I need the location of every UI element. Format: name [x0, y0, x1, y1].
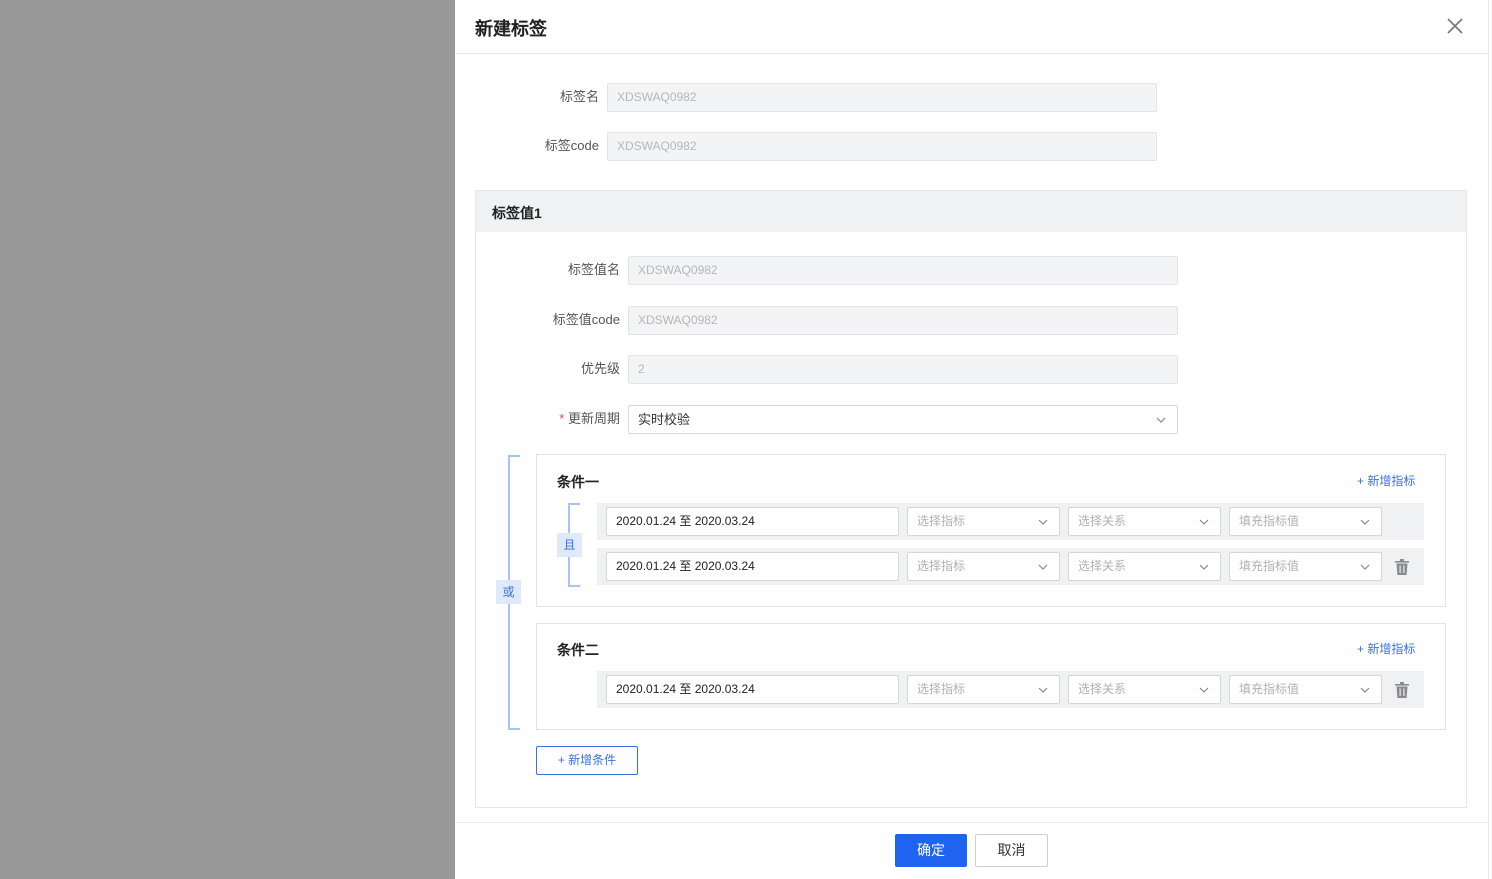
date-range-input[interactable]: 2020.01.24 至 2020.03.24: [606, 552, 899, 581]
metric-select[interactable]: 选择指标: [907, 675, 1060, 704]
drawer-footer: 确定 取消: [455, 822, 1492, 879]
close-icon[interactable]: [1446, 17, 1464, 35]
metric-value-select[interactable]: 填充指标值: [1229, 507, 1382, 536]
metric-select-placeholder: 选择指标: [917, 514, 966, 528]
metric-value-placeholder: 填充指标值: [1239, 559, 1300, 573]
drawer-scrollbar[interactable]: [1488, 0, 1492, 879]
metric-select-placeholder: 选择指标: [917, 559, 966, 573]
tag-value-panel-header: 标签值1: [476, 191, 1466, 232]
relation-select-placeholder: 选择关系: [1078, 682, 1127, 696]
chevron-down-icon: [1156, 417, 1166, 423]
relation-select[interactable]: 选择关系: [1068, 675, 1221, 704]
required-mark: *: [559, 411, 565, 426]
cancel-button[interactable]: 取消: [975, 834, 1048, 867]
modal-overlay[interactable]: [0, 0, 455, 879]
metric-select[interactable]: 选择指标: [907, 552, 1060, 581]
condition-2-title: 条件二: [557, 642, 599, 658]
priority-input[interactable]: 2: [628, 355, 1178, 384]
chevron-down-icon: [1038, 519, 1048, 525]
update-cycle-label: * 更新周期: [515, 405, 620, 433]
new-tag-drawer: 新建标签 标签名 XDSWAQ0982 标签code XDSWAQ0982 标签…: [455, 0, 1492, 879]
tag-code-input[interactable]: XDSWAQ0982: [607, 132, 1157, 161]
relation-select-placeholder: 选择关系: [1078, 559, 1127, 573]
chevron-down-icon: [1360, 687, 1370, 693]
condition-2-add-metric-link[interactable]: + 新增指标: [1357, 640, 1415, 657]
chevron-down-icon: [1360, 564, 1370, 570]
condition-1-add-metric-link[interactable]: + 新增指标: [1357, 472, 1415, 489]
date-range-input[interactable]: 2020.01.24 至 2020.03.24: [606, 675, 899, 704]
metric-value-placeholder: 填充指标值: [1239, 514, 1300, 528]
metric-select[interactable]: 选择指标: [907, 507, 1060, 536]
chevron-down-icon: [1199, 564, 1209, 570]
update-cycle-select[interactable]: 实时校验: [628, 405, 1178, 434]
chevron-down-icon: [1038, 564, 1048, 570]
tag-code-label: 标签code: [544, 138, 599, 153]
relation-select[interactable]: 选择关系: [1068, 552, 1221, 581]
update-cycle-label-text: 更新周期: [567, 411, 620, 426]
chevron-down-icon: [1360, 519, 1370, 525]
date-range-input[interactable]: 2020.01.24 至 2020.03.24: [606, 507, 899, 536]
tag-name-input[interactable]: XDSWAQ0982: [607, 83, 1157, 112]
tag-value-code-label: 标签值code: [552, 312, 620, 327]
tag-value-name-input[interactable]: XDSWAQ0982: [628, 256, 1178, 285]
trash-icon[interactable]: [1395, 682, 1409, 698]
relation-select[interactable]: 选择关系: [1068, 507, 1221, 536]
relation-select-placeholder: 选择关系: [1078, 514, 1127, 528]
chevron-down-icon: [1199, 519, 1209, 525]
priority-label: 优先级: [580, 361, 620, 376]
metric-value-placeholder: 填充指标值: [1239, 682, 1300, 696]
metric-select-placeholder: 选择指标: [917, 682, 966, 696]
tag-value-code-input[interactable]: XDSWAQ0982: [628, 306, 1178, 335]
trash-icon[interactable]: [1395, 559, 1409, 575]
metric-value-select[interactable]: 填充指标值: [1229, 675, 1382, 704]
update-cycle-value: 实时校验: [638, 412, 691, 427]
add-condition-button[interactable]: + 新增条件: [536, 746, 638, 775]
confirm-button[interactable]: 确定: [895, 834, 967, 867]
or-tag[interactable]: 或: [496, 580, 521, 604]
drawer-header: 新建标签: [455, 0, 1492, 54]
metric-value-select[interactable]: 填充指标值: [1229, 552, 1382, 581]
chevron-down-icon: [1038, 687, 1048, 693]
condition-1-title: 条件一: [557, 474, 599, 490]
chevron-down-icon: [1199, 687, 1209, 693]
tag-name-label: 标签名: [559, 89, 599, 104]
and-tag[interactable]: 且: [557, 533, 582, 557]
tag-value-name-label: 标签值名: [567, 262, 620, 277]
drawer-title: 新建标签: [475, 19, 547, 39]
tag-value-title: 标签值1: [492, 205, 542, 221]
